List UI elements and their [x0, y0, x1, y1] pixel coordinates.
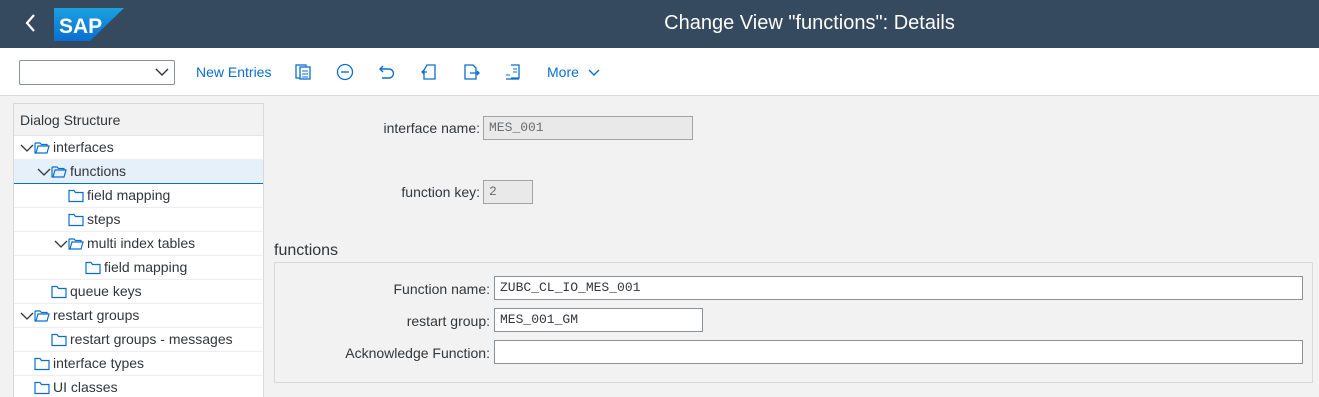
chevron-down-icon — [155, 68, 169, 76]
tree-node-label: field mapping — [87, 187, 171, 203]
previous-entry-icon[interactable] — [419, 62, 439, 82]
expand-chevron-icon[interactable] — [54, 237, 68, 251]
restart-group-field[interactable]: MES_001_GM — [494, 308, 703, 332]
command-select[interactable] — [19, 60, 175, 85]
restart-group-label: restart group: — [406, 313, 490, 329]
tree-node-label: multi index tables — [87, 235, 196, 251]
expand-chevron-icon[interactable] — [37, 165, 51, 179]
interface-name-field[interactable]: MES_001 — [483, 116, 693, 140]
expand-chevron-icon[interactable] — [20, 309, 34, 323]
next-entry-icon[interactable] — [461, 62, 481, 82]
interface-name-label: interface name: — [383, 120, 481, 136]
select-block-icon[interactable] — [503, 62, 523, 82]
folder-icon — [51, 333, 67, 347]
acknowledge-function-field[interactable] — [494, 340, 1303, 364]
function-name-label: Function name: — [393, 281, 491, 297]
shell-bar: SAP Change View "functions": Details — [0, 0, 1319, 48]
tree-node[interactable]: field mapping — [14, 256, 263, 280]
folder-icon — [85, 261, 101, 275]
tree-node[interactable]: restart groups - messages — [14, 328, 263, 352]
section-title: functions — [274, 242, 339, 259]
new-entries-button[interactable]: New Entries — [196, 64, 271, 80]
folder-icon — [68, 213, 84, 227]
tree-node[interactable]: interface types — [14, 352, 263, 376]
tree-node[interactable]: restart groups — [14, 304, 263, 328]
tree-node-label: queue keys — [70, 283, 142, 299]
tree-node-label: functions — [70, 163, 127, 179]
folder-open-icon — [68, 238, 84, 250]
copy-as-icon[interactable] — [293, 62, 313, 82]
function-key-field[interactable]: 2 — [483, 180, 533, 204]
tree-node[interactable]: field mapping — [14, 184, 263, 208]
folder-icon — [34, 381, 50, 395]
tree-node[interactable]: functions — [14, 160, 263, 184]
folder-open-icon — [34, 142, 50, 154]
tree-node[interactable]: queue keys — [14, 280, 263, 304]
folder-open-icon — [51, 166, 67, 178]
tree-node-label: restart groups - messages — [70, 331, 233, 347]
tree-node-label: interface types — [53, 355, 145, 371]
tree-node[interactable]: multi index tables — [14, 232, 263, 256]
expand-chevron-icon[interactable] — [20, 141, 34, 155]
folder-open-icon — [34, 310, 50, 322]
dialog-structure-tree: interfaces functions field mapping steps mul… — [14, 136, 263, 397]
tree-node-label: field mapping — [104, 259, 188, 275]
dialog-structure-panel: Dialog Structure interfaces functions fiel… — [13, 103, 264, 397]
delete-icon[interactable] — [335, 62, 355, 82]
undo-icon[interactable] — [377, 62, 397, 82]
tree-node-label: restart groups — [53, 307, 140, 323]
tree-node-label: interfaces — [53, 139, 114, 155]
more-button-label: More — [547, 64, 579, 80]
function-name-field[interactable]: ZUBC_CL_IO_MES_001 — [494, 276, 1303, 300]
folder-icon — [34, 357, 50, 371]
acknowledge-function-label: Acknowledge Function: — [345, 345, 490, 361]
dialog-structure-header: Dialog Structure — [14, 104, 263, 136]
page-title: Change View "functions": Details — [664, 12, 955, 34]
tree-node[interactable]: UI classes — [14, 376, 263, 397]
tree-node[interactable]: steps — [14, 208, 263, 232]
folder-icon — [68, 189, 84, 203]
tree-node-label: UI classes — [53, 379, 118, 395]
function-key-label: function key: — [401, 184, 480, 200]
chevron-down-icon — [588, 69, 600, 76]
tree-node-label: steps — [87, 211, 121, 227]
toolbar: New Entries More — [0, 48, 1319, 96]
folder-icon — [51, 285, 67, 299]
more-button[interactable]: More — [547, 64, 600, 80]
tree-node[interactable]: interfaces — [14, 136, 263, 160]
